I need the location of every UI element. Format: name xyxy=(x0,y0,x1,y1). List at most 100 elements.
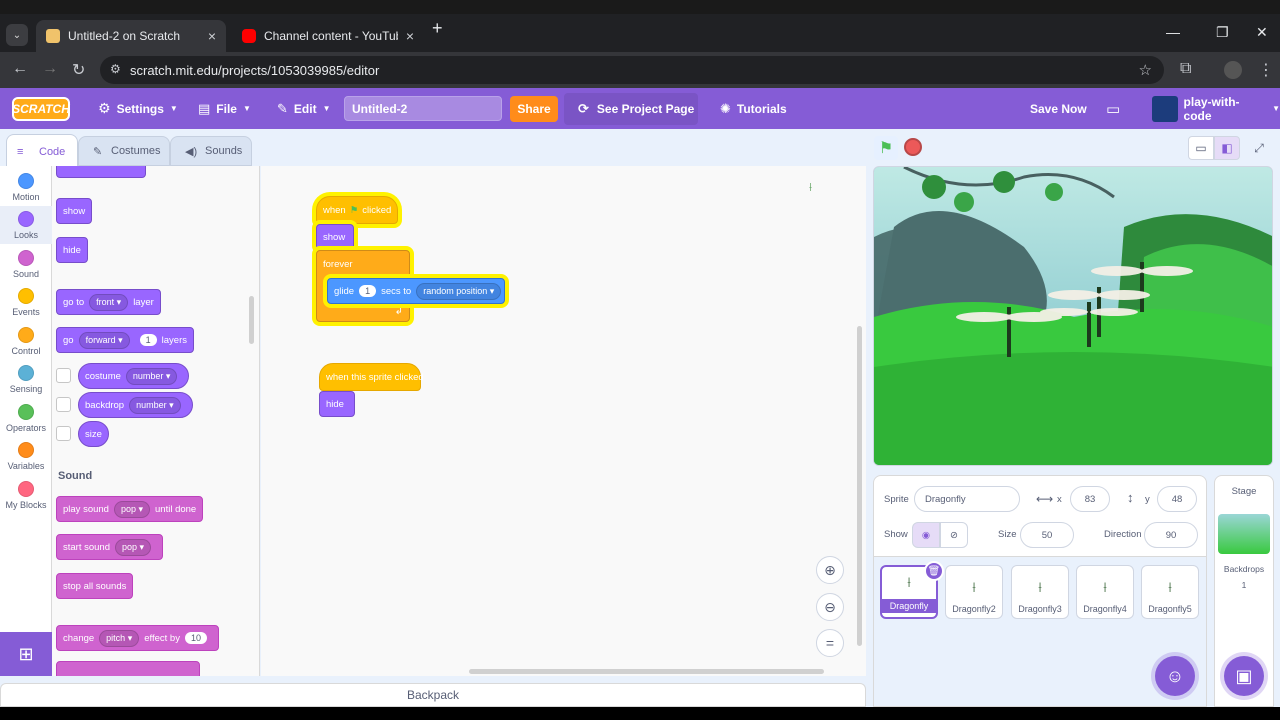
y-input[interactable]: 48 xyxy=(1157,486,1197,512)
browser-tab-scratch[interactable]: Untitled-2 on Scratch × xyxy=(36,20,226,52)
choose-sprite-button[interactable]: ☺ xyxy=(1155,656,1195,696)
tab-close-icon[interactable]: × xyxy=(406,28,414,44)
tab-code[interactable]: ≡ Code xyxy=(6,134,78,168)
zoom-out-button[interactable]: ⊖ xyxy=(816,593,844,621)
small-stage-button[interactable]: ▭ xyxy=(1188,136,1214,160)
palette-go-layers-block[interactable]: go forward ▾ 1 layers xyxy=(56,327,194,353)
palette-block-partial[interactable] xyxy=(56,661,200,676)
new-tab-button[interactable]: + xyxy=(432,18,443,39)
palette-play-sound-block[interactable]: play sound pop ▾ until done xyxy=(56,496,204,522)
category-sound[interactable]: Sound xyxy=(0,245,52,283)
sound-dropdown[interactable]: pop ▾ xyxy=(115,538,152,556)
workspace-vertical-scrollbar[interactable] xyxy=(857,326,862,646)
delete-sprite-button[interactable]: 🗑 xyxy=(924,561,944,581)
category-variables[interactable]: Variables xyxy=(0,437,52,475)
workspace-horizontal-scrollbar[interactable] xyxy=(469,669,824,674)
backdrop-monitor-checkbox[interactable] xyxy=(56,397,71,412)
choose-backdrop-button[interactable]: ▣ xyxy=(1224,656,1264,696)
palette-costume-reporter[interactable]: costume number ▾ xyxy=(78,363,190,389)
profile-avatar[interactable] xyxy=(1224,61,1242,79)
share-button[interactable]: Share xyxy=(510,96,558,122)
direction-input[interactable]: 90 xyxy=(1144,522,1198,548)
number-input[interactable]: 1 xyxy=(139,334,157,346)
direction-dropdown[interactable]: forward ▾ xyxy=(78,331,130,349)
my-stuff-folder-icon[interactable]: ▭ xyxy=(1106,88,1120,129)
sound-dropdown[interactable]: pop ▾ xyxy=(113,500,151,518)
x-input[interactable]: 83 xyxy=(1070,486,1110,512)
when-sprite-clicked-block[interactable]: when this sprite clicked xyxy=(319,363,424,391)
add-extension-button[interactable]: ⊞ xyxy=(0,632,52,676)
size-input[interactable]: 50 xyxy=(1020,522,1074,548)
costume-dropdown[interactable]: number ▾ xyxy=(125,367,178,385)
sprite-name-input[interactable]: Dragonfly xyxy=(914,486,1020,512)
green-flag-button[interactable]: ⚑ xyxy=(874,136,898,160)
number-input[interactable]: 1 xyxy=(359,285,377,297)
palette-backdrop-reporter[interactable]: backdrop number ▾ xyxy=(78,392,193,418)
number-input[interactable]: 10 xyxy=(184,632,207,644)
minimize-icon[interactable]: — xyxy=(1166,24,1180,40)
account-menu[interactable]: play-with-code ▼ xyxy=(1152,88,1280,129)
show-visible-button[interactable]: ◉ xyxy=(912,522,940,548)
scratch-logo[interactable]: SCRATCH xyxy=(12,97,70,121)
effect-dropdown[interactable]: pitch ▾ xyxy=(99,629,140,647)
category-looks[interactable]: Looks xyxy=(0,206,52,244)
sprite-thumbnail[interactable]: ⟊ Dragonfly2 xyxy=(945,565,1003,619)
category-events[interactable]: Events xyxy=(0,283,52,321)
sprite-thumbnail[interactable]: ⟊ Dragonfly5 xyxy=(1141,565,1199,619)
restore-icon[interactable]: ❐ xyxy=(1216,24,1229,41)
layer-dropdown[interactable]: front ▾ xyxy=(89,293,129,311)
hide-block[interactable]: hide xyxy=(319,391,355,417)
see-project-page-button[interactable]: ⟳ See Project Page xyxy=(564,93,698,125)
sprite-thumbnail[interactable]: ⟊ Dragonfly3 xyxy=(1011,565,1069,619)
address-bar[interactable]: ⚙ scratch.mit.edu/projects/1053039985/ed… xyxy=(100,56,1164,84)
script-workspace[interactable]: ⟊ when ⚑ clicked show forever ↲ glide 1 … xyxy=(261,166,866,676)
reload-icon[interactable]: ↻ xyxy=(72,60,85,80)
palette-hide-block[interactable]: hide xyxy=(56,237,88,263)
palette-show-block[interactable]: show xyxy=(56,198,93,224)
forward-icon[interactable]: → xyxy=(42,60,58,78)
tab-close-icon[interactable]: × xyxy=(208,28,216,44)
glide-random-position-block[interactable]: glide 1 secs to random position ▾ xyxy=(327,278,505,304)
category-sensing[interactable]: Sensing xyxy=(0,360,52,398)
browser-tab-youtube[interactable]: Channel content - YouTube Stu × xyxy=(232,20,424,52)
large-stage-button[interactable]: ◧ xyxy=(1214,136,1240,160)
size-monitor-checkbox[interactable] xyxy=(56,426,71,441)
stage-canvas[interactable] xyxy=(873,166,1273,466)
zoom-reset-button[interactable]: = xyxy=(816,629,844,657)
tab-sounds[interactable]: ◀) Sounds xyxy=(170,136,252,166)
palette-scrollbar[interactable] xyxy=(249,296,254,344)
show-hidden-button[interactable]: ⊘ xyxy=(940,522,968,548)
tab-search-button[interactable]: ⌄ xyxy=(6,24,28,46)
settings-menu[interactable]: ⚙ Settings ▼ xyxy=(98,88,178,129)
palette-go-to-layer-block[interactable]: go to front ▾ layer xyxy=(56,289,161,315)
show-block[interactable]: show xyxy=(316,224,354,250)
project-title-input[interactable]: Untitled-2 xyxy=(344,96,502,121)
file-menu[interactable]: ▤ File ▼ xyxy=(198,88,251,129)
zoom-in-button[interactable]: ⊕ xyxy=(816,556,844,584)
stop-button[interactable] xyxy=(904,138,922,156)
back-icon[interactable]: ← xyxy=(12,60,28,78)
palette-size-reporter[interactable]: size xyxy=(78,421,109,447)
menu-icon[interactable]: ⋮ xyxy=(1258,60,1274,80)
fullscreen-button[interactable]: ⤢ xyxy=(1246,136,1272,160)
edit-menu[interactable]: ✎ Edit ▼ xyxy=(277,88,331,129)
category-motion[interactable]: Motion xyxy=(0,168,52,206)
when-flag-clicked-block[interactable]: when ⚑ clicked xyxy=(316,196,398,224)
backdrop-thumbnail[interactable] xyxy=(1218,514,1270,554)
extensions-icon[interactable]: ⧉ xyxy=(1180,60,1191,78)
palette-block-partial[interactable] xyxy=(56,166,146,178)
palette-start-sound-block[interactable]: start sound pop ▾ xyxy=(56,534,164,560)
position-dropdown[interactable]: random position ▾ xyxy=(416,282,502,300)
save-now-button[interactable]: Save Now xyxy=(1030,88,1087,129)
backdrop-dropdown[interactable]: number ▾ xyxy=(129,396,181,414)
site-info-icon[interactable]: ⚙ xyxy=(110,62,121,76)
tutorials-button[interactable]: ✺ Tutorials xyxy=(720,88,787,129)
category-control[interactable]: Control xyxy=(0,322,52,360)
close-window-icon[interactable]: ✕ xyxy=(1256,24,1268,41)
category-operators[interactable]: Operators xyxy=(0,399,52,437)
category-my-blocks[interactable]: My Blocks xyxy=(0,476,52,514)
tab-costumes[interactable]: ✎ Costumes xyxy=(78,136,170,166)
backpack-bar[interactable]: Backpack xyxy=(0,683,866,707)
sprite-thumbnail[interactable]: ⟊ Dragonfly4 xyxy=(1076,565,1134,619)
costume-monitor-checkbox[interactable] xyxy=(56,368,71,383)
